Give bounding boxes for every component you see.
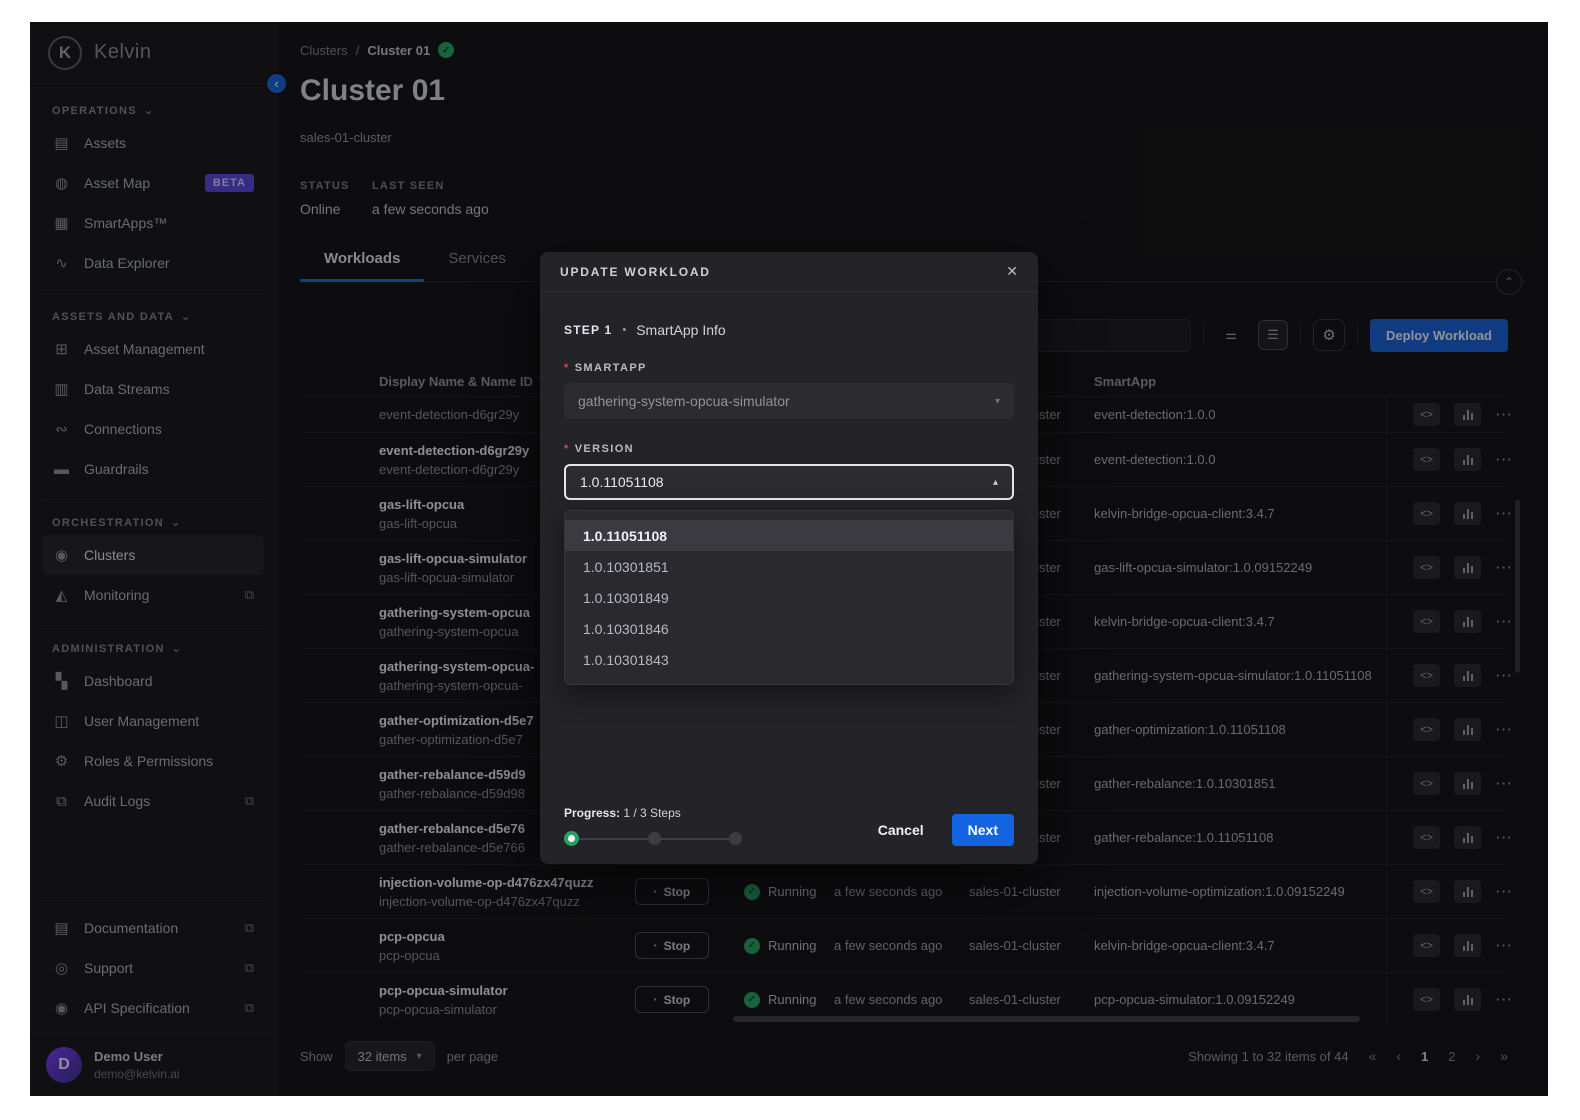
modal-body: STEP 1 • SmartApp Info * SMARTAPP gatheri… [540,292,1038,685]
close-icon[interactable]: ✕ [1006,263,1018,280]
app-window: K Kelvin OPERATIONS⌄▤Assets◍Asset MapBET… [30,22,1548,1096]
field-label-text: SMARTAPP [575,362,647,374]
version-dropdown: 1.0.110511081.0.103018511.0.103018491.0.… [564,510,1014,685]
step-dot-2 [648,832,661,845]
smartapp-field-label: * SMARTAPP [564,362,1014,374]
progress-label-bold: Progress: [564,806,620,820]
progress-value: 1 / 3 Steps [623,806,680,820]
cancel-button[interactable]: Cancel [868,816,934,844]
progress-label: Progress: 1 / 3 Steps [564,806,742,820]
update-workload-modal: UPDATE WORKLOAD ✕ STEP 1 • SmartApp Info… [540,252,1038,864]
progress-stepper [564,831,742,846]
step-indicator: STEP 1 • SmartApp Info [564,322,1014,338]
next-button[interactable]: Next [952,814,1014,846]
progress-block: Progress: 1 / 3 Steps [564,806,742,846]
modal-actions: Cancel Next [868,814,1014,846]
field-label-text: VERSION [575,443,634,455]
modal-footer: Progress: 1 / 3 Steps Cancel Next [564,806,1014,846]
page: K Kelvin OPERATIONS⌄▤Assets◍Asset MapBET… [0,0,1580,1120]
step-dot-3 [729,832,742,845]
version-option[interactable]: 1.0.10301851 [565,551,1013,582]
smartapp-select-value: gathering-system-opcua-simulator [578,393,790,409]
smartapp-select[interactable]: gathering-system-opcua-simulator ▾ [564,383,1014,419]
version-field-label: * VERSION [564,443,1014,455]
step-separator-icon: • [622,324,626,336]
step-label: STEP 1 [564,323,612,337]
version-select-value: 1.0.11051108 [580,474,664,490]
required-asterisk: * [564,443,570,455]
version-option[interactable]: 1.0.11051108 [565,520,1013,551]
required-asterisk: * [564,362,570,374]
step-name: SmartApp Info [636,322,726,338]
step-line [661,838,730,840]
step-line [579,838,648,840]
version-option[interactable]: 1.0.10301849 [565,582,1013,613]
version-option[interactable]: 1.0.10301843 [565,644,1013,675]
modal-title: UPDATE WORKLOAD [560,265,711,279]
modal-header: UPDATE WORKLOAD ✕ [540,252,1038,292]
step-dot-1 [564,831,579,846]
caret-down-icon: ▾ [995,396,1000,407]
version-select[interactable]: 1.0.11051108 ▴ [564,464,1014,500]
caret-up-icon: ▴ [993,477,998,488]
version-option[interactable]: 1.0.10301846 [565,613,1013,644]
